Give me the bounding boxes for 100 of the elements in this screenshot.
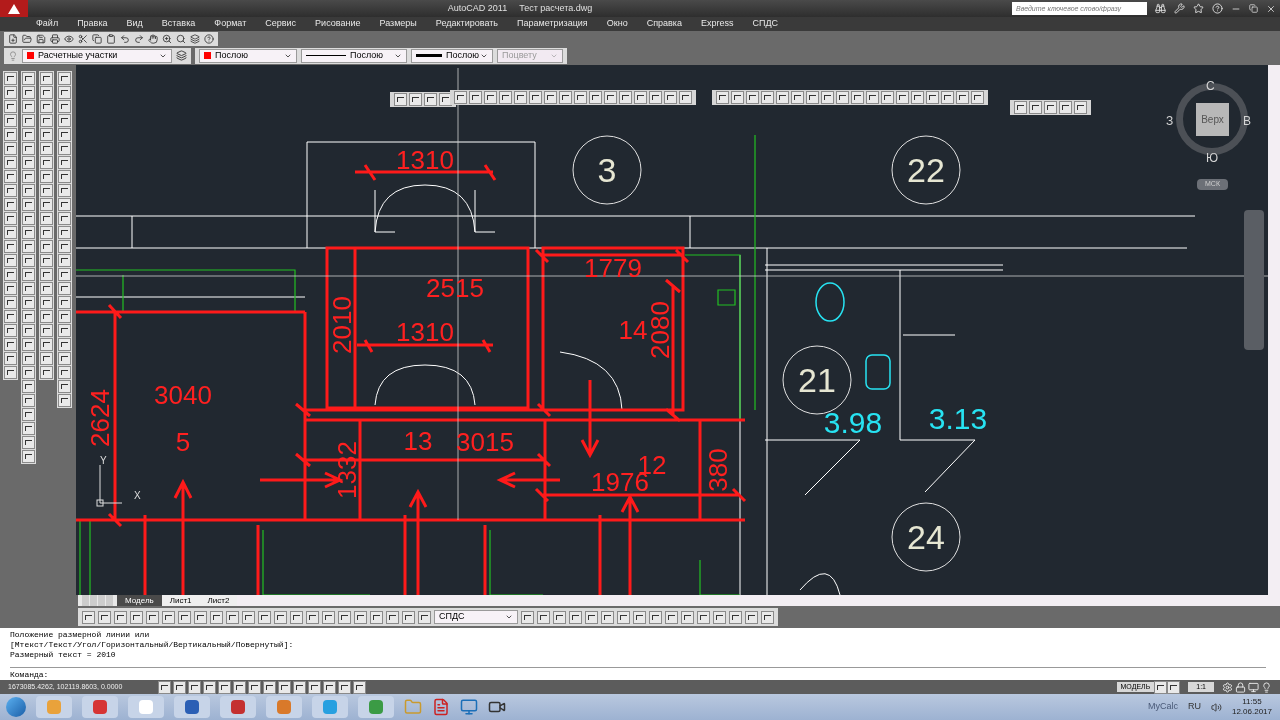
tool-icon[interactable] (424, 93, 437, 106)
tool-icon[interactable] (4, 254, 17, 267)
tool-icon[interactable] (4, 142, 17, 155)
tool-icon[interactable] (58, 380, 71, 393)
tool-icon[interactable] (40, 338, 53, 351)
tool-icon[interactable] (308, 680, 321, 694)
search-icon[interactable] (176, 33, 186, 44)
horizontal-scrollbar[interactable] (237, 595, 1280, 606)
tool-icon[interactable] (604, 91, 617, 104)
tool-icon[interactable] (40, 254, 53, 267)
menu-item[interactable]: Параметризация (517, 17, 588, 31)
tool-icon[interactable] (4, 366, 17, 379)
tool-icon[interactable] (130, 610, 143, 624)
tool-icon[interactable] (353, 680, 366, 694)
tool-icon[interactable] (40, 142, 53, 155)
tool-icon[interactable] (338, 610, 351, 624)
save-icon[interactable] (36, 33, 46, 44)
tool-icon[interactable] (521, 610, 534, 624)
tool-icon[interactable] (713, 610, 726, 624)
tool-icon[interactable] (806, 91, 819, 104)
tool-icon[interactable] (4, 86, 17, 99)
viewcube-north[interactable]: С (1206, 77, 1215, 95)
tool-icon[interactable] (40, 100, 53, 113)
layers-icon[interactable] (190, 33, 200, 44)
tool-icon[interactable] (4, 310, 17, 323)
viewcube-west[interactable]: З (1166, 112, 1174, 130)
tray-app-label[interactable]: MyCalc (1147, 700, 1178, 714)
wrench-icon[interactable] (1174, 3, 1185, 14)
tool-icon[interactable] (4, 156, 17, 169)
binoculars-icon[interactable] (1155, 3, 1166, 14)
tool-icon[interactable] (40, 240, 53, 253)
tool-icon[interactable] (22, 380, 35, 393)
tool-icon[interactable] (881, 91, 894, 104)
language-indicator[interactable]: RU (1187, 700, 1201, 714)
tool-icon[interactable] (40, 282, 53, 295)
menu-item[interactable]: Сервис (265, 17, 297, 31)
tool-icon[interactable] (58, 198, 71, 211)
tool-icon[interactable] (4, 240, 17, 253)
tool-icon[interactable] (731, 91, 744, 104)
tool-icon[interactable] (1154, 680, 1168, 694)
help-icon[interactable] (204, 33, 214, 44)
tool-icon[interactable] (4, 100, 17, 113)
lineweight-dropdown[interactable]: Послою (411, 48, 493, 63)
tool-icon[interactable] (553, 610, 566, 624)
tool-icon[interactable] (323, 680, 336, 694)
tool-icon[interactable] (82, 610, 95, 624)
tool-icon[interactable] (263, 680, 276, 694)
tool-icon[interactable] (574, 91, 587, 104)
tool-icon[interactable] (278, 680, 291, 694)
tool-icon[interactable] (22, 142, 35, 155)
tool-icon[interactable] (58, 72, 71, 85)
tool-icon[interactable] (697, 610, 710, 624)
tool-icon[interactable] (22, 114, 35, 127)
tool-icon[interactable] (22, 226, 35, 239)
tool-icon[interactable] (58, 310, 71, 323)
tool-icon[interactable] (4, 114, 17, 127)
tool-icon[interactable] (40, 366, 53, 379)
menu-item[interactable]: Вид (126, 17, 143, 31)
tool-icon[interactable] (836, 91, 849, 104)
tool-icon[interactable] (173, 680, 186, 694)
tool-icon[interactable] (559, 91, 572, 104)
tool-icon[interactable] (40, 310, 53, 323)
tool-icon[interactable] (821, 91, 834, 104)
tool-icon[interactable] (926, 91, 939, 104)
tool-icon[interactable] (22, 72, 35, 85)
tool-icon[interactable] (634, 91, 647, 104)
tool-icon[interactable] (896, 91, 909, 104)
tool-icon[interactable] (851, 91, 864, 104)
tool-icon[interactable] (40, 86, 53, 99)
vertical-scrollbar[interactable] (1268, 65, 1280, 595)
clipboard-icon[interactable] (106, 33, 116, 44)
tool-icon[interactable] (956, 91, 969, 104)
tool-icon[interactable] (40, 170, 53, 183)
tool-icon[interactable] (514, 91, 527, 104)
tool-icon[interactable] (418, 610, 431, 624)
tool-icon[interactable] (4, 128, 17, 141)
tool-icon[interactable] (40, 352, 53, 365)
tool-icon[interactable] (791, 91, 804, 104)
new-file-icon[interactable] (8, 33, 18, 44)
tool-icon[interactable] (4, 212, 17, 225)
hand-icon[interactable] (148, 33, 158, 44)
tool-icon[interactable] (158, 680, 171, 694)
menu-item[interactable]: Справка (646, 17, 682, 31)
tool-icon[interactable] (98, 610, 111, 624)
zoom-icon[interactable] (162, 33, 172, 44)
tool-icon[interactable] (322, 610, 335, 624)
tool-icon[interactable] (537, 610, 550, 624)
tool-icon[interactable] (58, 338, 71, 351)
cut-icon[interactable] (78, 33, 88, 44)
app-logo-icon[interactable] (0, 0, 28, 17)
tool-icon[interactable] (40, 72, 53, 85)
tool-icon[interactable] (619, 91, 632, 104)
tool-icon[interactable] (22, 282, 35, 295)
tool-icon[interactable] (40, 324, 53, 337)
tool-icon[interactable] (1167, 680, 1181, 694)
tool-icon[interactable] (4, 338, 17, 351)
tool-icon[interactable] (58, 128, 71, 141)
command-prompt[interactable]: Команда: (10, 670, 49, 679)
tool-icon[interactable] (22, 254, 35, 267)
tool-icon[interactable] (664, 91, 677, 104)
